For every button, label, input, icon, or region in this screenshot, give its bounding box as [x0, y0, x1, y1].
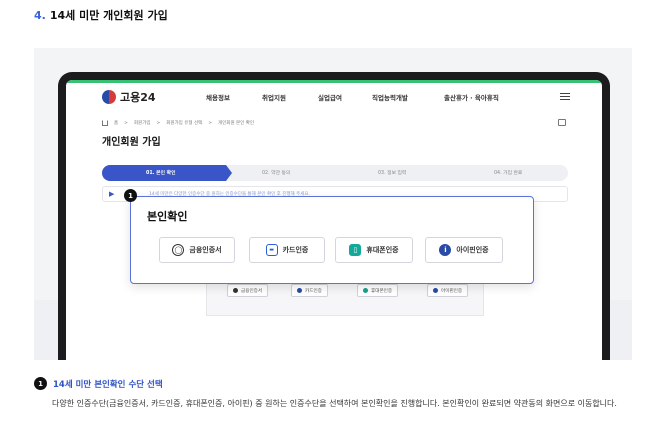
menu-icon[interactable]	[560, 93, 570, 100]
step-identity: 01. 본인 확인	[146, 171, 176, 176]
certificate-button[interactable]: ◯ 금융인증서	[159, 237, 235, 263]
step-badge: 1	[124, 189, 137, 202]
step-terms: 02. 약관 동의	[262, 171, 291, 176]
bg-card-button: 카드인증	[291, 284, 328, 297]
ipin-button-label: 아이핀인증	[456, 246, 489, 254]
section-title: 4. 14세 미만 개인회원 가입	[34, 7, 168, 23]
nav-item-jobs[interactable]: 채용정보	[206, 92, 230, 102]
page-title: 개인회원 가입	[102, 137, 161, 148]
bg-certificate-button: 금융인증서	[227, 284, 269, 297]
breadcrumb-separator: >	[124, 120, 128, 126]
logo-text: 고용24	[120, 91, 156, 104]
popup-title: 본인확인	[147, 210, 188, 223]
caption-title: 14세 미만 본인확인 수단 선택	[53, 379, 163, 390]
step-info: 03. 정보 입력	[378, 171, 407, 176]
certificate-icon	[233, 288, 238, 293]
phone-button-label: 휴대폰인증	[366, 246, 399, 254]
megaphone-icon: ▶	[109, 190, 115, 198]
breadcrumb-signup[interactable]: 회원가입	[134, 120, 151, 126]
bg-button-label: 금융인증서	[241, 288, 263, 294]
certificate-button-label: 금융인증서	[189, 246, 222, 254]
signup-steps: 01. 본인 확인 02. 약관 동의 03. 정보 입력 04. 가입 완료	[102, 165, 568, 181]
nav-item-unemployment-benefit[interactable]: 실업급여	[318, 92, 342, 102]
screenshot-illustration: 고용24 채용정보 취업지원 실업급여 직업능력개발 출산휴가 · 육아휴직 홈…	[34, 48, 632, 360]
step-caption: 1 14세 미만 본인확인 수단 선택	[34, 377, 163, 390]
section-title-text: 14세 미만 개인회원 가입	[49, 9, 168, 22]
print-icon[interactable]	[558, 119, 566, 126]
taegeuk-logo-icon	[102, 90, 116, 104]
card-icon	[297, 288, 302, 293]
breadcrumb-separator: >	[156, 120, 161, 126]
breadcrumb: 홈 > 회원가입 > 회원가입 유형 선택 > 개인회원 본인 확인	[102, 120, 254, 126]
bg-button-label: 휴대폰인증	[371, 288, 393, 294]
identity-verification-popup: 본인확인 ◯ 금융인증서 ▬ 카드인증 ▯ 휴대폰인증 i 아이핀인증	[130, 196, 534, 284]
bg-button-label: 카드인증	[305, 288, 322, 294]
breadcrumb-home[interactable]: 홈	[114, 120, 118, 126]
ipin-icon: i	[439, 244, 452, 256]
phone-icon: ▯	[349, 244, 362, 256]
certificate-icon: ◯	[172, 244, 185, 256]
site-logo[interactable]: 고용24	[102, 89, 156, 105]
home-icon[interactable]	[102, 120, 108, 126]
nav-item-vocational-training[interactable]: 직업능력개발	[372, 92, 408, 102]
card-icon: ▬	[265, 244, 278, 256]
bg-phone-button: 휴대폰인증	[357, 284, 399, 297]
breadcrumb-separator: >	[208, 120, 213, 126]
breadcrumb-signup-type[interactable]: 회원가입 유형 선택	[166, 120, 202, 126]
section-number: 4.	[34, 9, 46, 22]
breadcrumb-current: 개인회원 본인 확인	[218, 121, 255, 126]
phone-button[interactable]: ▯ 휴대폰인증	[335, 237, 413, 263]
bg-button-label: 아이핀인증	[441, 288, 463, 294]
ipin-icon	[433, 288, 438, 293]
phone-icon	[363, 288, 368, 293]
card-button[interactable]: ▬ 카드인증	[249, 237, 325, 263]
site-header: 고용24 채용정보 취업지원 실업급여 직업능력개발 출산휴가 · 육아휴직	[66, 83, 602, 111]
bg-ipin-button: 아이핀인증	[427, 284, 469, 297]
card-button-label: 카드인증	[282, 246, 309, 254]
ipin-button[interactable]: i 아이핀인증	[425, 237, 503, 263]
nav-item-parental-leave[interactable]: 출산휴가 · 육아휴직	[444, 92, 499, 102]
active-step-arrow	[226, 165, 232, 181]
caption-number: 1	[34, 377, 47, 390]
nav-item-employment-support[interactable]: 취업지원	[262, 92, 286, 102]
step-complete: 04. 가입 완료	[494, 171, 523, 176]
caption-description: 다양한 인증수단(금융인증서, 카드인증, 휴대폰인증, 아이핀) 중 원하는 …	[52, 399, 617, 408]
